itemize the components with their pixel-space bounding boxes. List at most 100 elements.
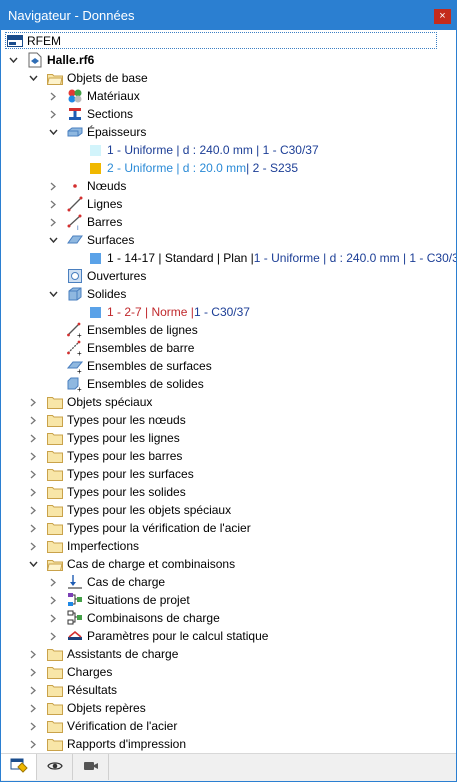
chevron-down-icon[interactable]: [47, 231, 59, 249]
folder-icon: [47, 736, 63, 752]
chevron-right-icon[interactable]: [27, 645, 39, 663]
tree-item-types-lines[interactable]: Types pour les lignes: [27, 429, 180, 447]
title-bar: Navigateur - Données: [1, 1, 456, 30]
tree-item-loads[interactable]: Charges: [27, 663, 112, 681]
tree-item-static-params[interactable]: Paramètres pour le calcul statique: [47, 627, 268, 645]
tree-item-special-objects[interactable]: Objets spéciaux: [27, 393, 152, 411]
tree-item-types-nodes[interactable]: Types pour les nœuds: [27, 411, 186, 429]
tree-label: 1 - Uniforme | d : 240.0 mm | 1 - C30/37: [107, 143, 319, 157]
tree-item-solids[interactable]: Solides: [47, 285, 126, 303]
tree-item-solid-1[interactable]: 1 - 2-7 | Norme | 1 - C30/37: [87, 303, 250, 321]
chevron-right-icon[interactable]: [47, 213, 59, 231]
tree-item-surface-1[interactable]: 1 - 14-17 | Standard | Plan | 1 - Unifor…: [87, 249, 456, 267]
tree-item-thickness-2[interactable]: 2 - Uniforme | d : 20.0 mm | 2 - S235: [87, 159, 298, 177]
chevron-right-icon[interactable]: [27, 411, 39, 429]
tree-item-types-members[interactable]: Types pour les barres: [27, 447, 182, 465]
chevron-right-icon[interactable]: [27, 447, 39, 465]
folder-icon: [47, 646, 63, 662]
chevron-right-icon[interactable]: [27, 681, 39, 699]
tree-label: Ensembles de barre: [87, 341, 195, 355]
tree-label: Objets de base: [67, 71, 148, 85]
folder-icon: [47, 430, 63, 446]
chevron-down-icon[interactable]: [7, 51, 19, 69]
tree-item-load-cases[interactable]: Cas de charge: [47, 573, 165, 591]
chevron-right-icon[interactable]: [27, 537, 39, 555]
tab-view[interactable]: [37, 754, 73, 780]
tree-label-part: 1 - 14-17 | Standard | Plan |: [107, 251, 254, 265]
tree-label: RFEM: [27, 34, 61, 48]
chevron-right-icon[interactable]: [27, 735, 39, 753]
tree-item-materials[interactable]: Matériaux: [47, 87, 140, 105]
tree-item-types-steel[interactable]: Types pour la vérification de l'acier: [27, 519, 251, 537]
chevron-down-icon[interactable]: [27, 555, 39, 573]
tree-item-model[interactable]: Halle.rf6: [7, 51, 94, 69]
chevron-right-icon[interactable]: [27, 699, 39, 717]
folder-icon: [47, 484, 63, 500]
rfem-root-focus: [5, 32, 437, 49]
chevron-right-icon[interactable]: [27, 717, 39, 735]
chevron-right-icon[interactable]: [27, 519, 39, 537]
chevron-down-icon[interactable]: [47, 285, 59, 303]
tree-item-load-combinations[interactable]: Combinaisons de charge: [47, 609, 220, 627]
tree-item-lines[interactable]: Lignes: [47, 195, 122, 213]
thickness-icon: [67, 124, 83, 140]
chevron-down-icon[interactable]: [27, 69, 39, 87]
tab-data[interactable]: [1, 754, 37, 780]
tree-item-design-situations[interactable]: Situations de projet: [47, 591, 190, 609]
tree-label-part: 2 - Uniforme | d : 20.0 mm: [107, 161, 247, 175]
tree-label: Combinaisons de charge: [87, 611, 220, 625]
tree-item-types-solids[interactable]: Types pour les solides: [27, 483, 186, 501]
tree-item-thickness-1[interactable]: 1 - Uniforme | d : 240.0 mm | 1 - C30/37: [87, 141, 319, 159]
folder-icon: [47, 718, 63, 734]
tree-item-members[interactable]: I Barres: [47, 213, 122, 231]
chevron-right-icon[interactable]: [27, 429, 39, 447]
tree-item-types-special[interactable]: Types pour les objets spéciaux: [27, 501, 231, 519]
chevron-right-icon[interactable]: [27, 483, 39, 501]
color-swatch: [87, 304, 103, 320]
tree-item-surfaces[interactable]: Surfaces: [47, 231, 134, 249]
tree-label: Charges: [67, 665, 113, 679]
chevron-right-icon[interactable]: [27, 501, 39, 519]
tree-label-thickness: 1 - Uniforme | d : 240.0 mm | 1 - C30/37: [253, 251, 456, 265]
chevron-down-icon[interactable]: [47, 123, 59, 141]
chevron-right-icon[interactable]: [47, 627, 59, 645]
tab-camera[interactable]: [73, 754, 109, 780]
tree-item-load-wizards[interactable]: Assistants de charge: [27, 645, 178, 663]
tree-root-rfem[interactable]: RFEM: [7, 32, 61, 50]
tree-item-types-surfaces[interactable]: Types pour les surfaces: [27, 465, 194, 483]
tree-item-guide-objects[interactable]: Objets repères: [27, 699, 146, 717]
tree-item-surface-sets[interactable]: + Ensembles de surfaces: [67, 357, 212, 375]
navigator-window: Navigateur - Données × RFEM Halle.rf6 Ob…: [0, 0, 457, 782]
load-combination-icon: [67, 610, 83, 626]
tree-item-thicknesses[interactable]: Épaisseurs: [47, 123, 146, 141]
tree-item-load-cases-combos[interactable]: Cas de charge et combinaisons: [27, 555, 235, 573]
tree-item-nodes[interactable]: Nœuds: [47, 177, 126, 195]
chevron-right-icon[interactable]: [47, 87, 59, 105]
tree-item-imperfections[interactable]: Imperfections: [27, 537, 139, 555]
tree-item-results[interactable]: Résultats: [27, 681, 117, 699]
close-button[interactable]: ×: [434, 9, 451, 24]
chevron-right-icon[interactable]: [27, 663, 39, 681]
tree-item-openings[interactable]: Ouvertures: [47, 267, 146, 285]
line-set-icon: +: [67, 322, 83, 338]
tree-item-member-sets[interactable]: + Ensembles de barre: [67, 339, 194, 357]
chevron-right-icon[interactable]: [27, 393, 39, 411]
tree-item-line-sets[interactable]: + Ensembles de lignes: [67, 321, 198, 339]
chevron-right-icon[interactable]: [47, 105, 59, 123]
tree-label: Nœuds: [87, 179, 127, 193]
folder-icon: [47, 538, 63, 554]
tree-item-solid-sets[interactable]: + Ensembles de solides: [67, 375, 204, 393]
tree-item-printout-reports[interactable]: Rapports d'impression: [27, 735, 186, 753]
surface-icon: [67, 232, 83, 248]
tree-item-steel-design[interactable]: Vérification de l'acier: [27, 717, 177, 735]
chevron-right-icon[interactable]: [47, 573, 59, 591]
chevron-right-icon[interactable]: [47, 591, 59, 609]
chevron-right-icon[interactable]: [47, 177, 59, 195]
tree-item-sections[interactable]: Sections: [47, 105, 133, 123]
chevron-right-icon[interactable]: [27, 465, 39, 483]
chevron-right-icon[interactable]: [47, 609, 59, 627]
tree-item-base-objects[interactable]: Objets de base: [27, 69, 148, 87]
solid-set-icon: +: [67, 376, 83, 392]
static-analysis-settings-icon: [67, 628, 83, 644]
chevron-right-icon[interactable]: [47, 195, 59, 213]
